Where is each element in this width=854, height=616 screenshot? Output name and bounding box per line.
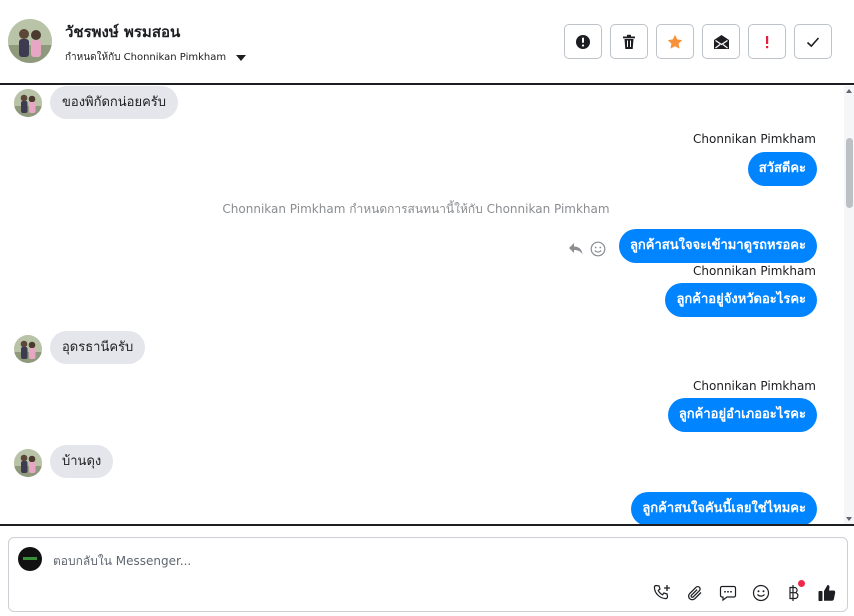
- sender-name: Chonnikan Pimkham: [693, 132, 816, 146]
- payment-button[interactable]: [783, 580, 805, 603]
- scroll-thumb[interactable]: [846, 138, 853, 208]
- saved-replies-button[interactable]: [717, 582, 738, 603]
- scroll-up-arrow-icon[interactable]: [846, 89, 852, 93]
- reply-composer[interactable]: ตอบกลับใน Messenger...: [8, 537, 848, 612]
- star-icon: [667, 34, 683, 49]
- alert-circle-icon: [576, 34, 590, 49]
- sender-name: Chonnikan Pimkham: [693, 264, 816, 278]
- assignee-label: กำหนดให้กับ Chonnikan Pimkham: [65, 52, 227, 63]
- incoming-message[interactable]: อุดรธานีครับ: [50, 331, 146, 364]
- assignee-selector[interactable]: กำหนดให้กับ Chonnikan Pimkham: [65, 50, 247, 65]
- contact-name: วัชรพงษ์ พรมสอน: [65, 23, 181, 41]
- attach-button[interactable]: [684, 582, 705, 603]
- reply-icon[interactable]: [568, 242, 584, 256]
- contact-avatar-small: [14, 89, 42, 117]
- page-avatar: [18, 547, 42, 571]
- phone-plus-icon: [653, 584, 670, 599]
- contact-avatar[interactable]: [8, 19, 52, 63]
- outgoing-message[interactable]: สวัสดีคะ: [747, 152, 817, 186]
- thread-scrollbar[interactable]: [844, 86, 854, 524]
- like-button[interactable]: [816, 582, 837, 603]
- incoming-message[interactable]: ของพิกัดกน่อยครับ: [50, 86, 179, 119]
- scroll-down-arrow-icon[interactable]: [846, 517, 852, 521]
- system-message: Chonnikan Pimkham กำหนดการสนทนานี้ให้กับ…: [222, 202, 610, 216]
- call-button[interactable]: [651, 582, 672, 603]
- conversation-toolbar: [564, 24, 832, 59]
- sender-name: Chonnikan Pimkham: [693, 379, 816, 393]
- divider: [0, 524, 854, 526]
- incoming-message[interactable]: บ้านดุง: [50, 445, 114, 478]
- outgoing-message[interactable]: ลูกค้าสนใจคันนี้เลยใช่ไหมคะ: [631, 492, 817, 524]
- message-thread[interactable]: ของพิกัดกน่อยครับ Chonnikan Pimkham สวัส…: [0, 86, 854, 524]
- check-icon: [806, 36, 820, 47]
- notification-dot: [798, 580, 805, 587]
- mark-unread-button[interactable]: [702, 24, 740, 59]
- outgoing-message[interactable]: ลูกค้าสนใจจะเข้ามาดูรถหรอคะ: [618, 229, 817, 263]
- priority-button[interactable]: [748, 24, 786, 59]
- chat-bubble-icon: [719, 585, 736, 601]
- paperclip-icon: [687, 585, 701, 600]
- thumbs-up-icon: [818, 584, 835, 601]
- contact-avatar-small: [14, 335, 42, 363]
- emoji-button[interactable]: [750, 582, 771, 603]
- envelope-icon: [713, 34, 729, 49]
- exclamation-icon: [766, 35, 769, 48]
- star-button[interactable]: [656, 24, 694, 59]
- contact-avatar-small: [14, 449, 42, 477]
- composer-toolbar: [651, 580, 837, 603]
- conversation-header: วัชรพงษ์ พรมสอน กำหนดให้กับ Chonnikan Pi…: [0, 0, 854, 85]
- delete-button[interactable]: [610, 24, 648, 59]
- trash-icon: [623, 34, 635, 49]
- message-actions: [568, 241, 606, 257]
- reply-input[interactable]: ตอบกลับใน Messenger...: [53, 552, 191, 571]
- react-smiley-icon[interactable]: [590, 241, 606, 257]
- smiley-icon: [752, 584, 769, 601]
- mark-done-button[interactable]: [794, 24, 832, 59]
- outgoing-message[interactable]: ลูกค้าอยู่จังหวัดอะไรคะ: [665, 283, 817, 317]
- outgoing-message[interactable]: ลูกค้าอยู่อำเภออะไรคะ: [667, 398, 817, 432]
- chevron-down-icon: [236, 54, 247, 61]
- report-button[interactable]: [564, 24, 602, 59]
